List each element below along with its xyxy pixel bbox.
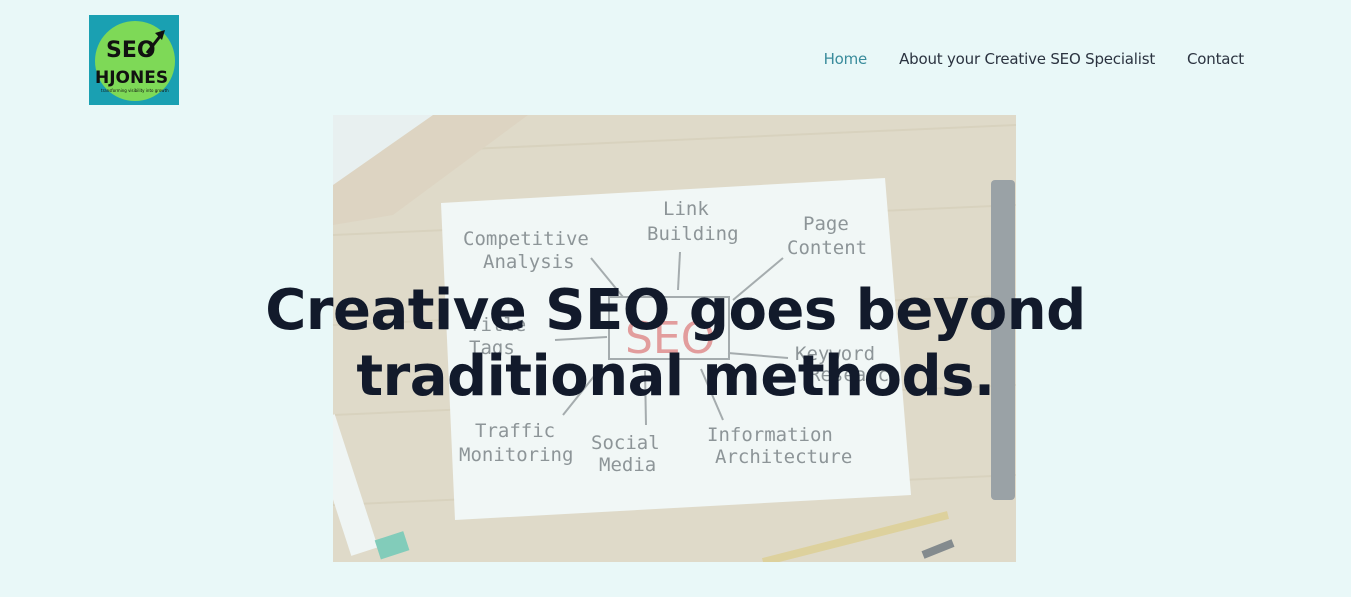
nav-home[interactable]: Home xyxy=(824,50,868,68)
nav-contact[interactable]: Contact xyxy=(1187,50,1244,68)
site-logo[interactable]: SEO HJONES transforming visibility into … xyxy=(89,15,179,105)
nav-about[interactable]: About your Creative SEO Specialist xyxy=(899,50,1155,68)
logo-line2: HJONES xyxy=(95,68,168,88)
logo-tagline: transforming visibility into growth xyxy=(101,88,169,93)
main-navigation: Home About your Creative SEO Specialist … xyxy=(824,50,1245,68)
hero-title: Creative SEO goes beyond traditional met… xyxy=(265,278,1086,409)
